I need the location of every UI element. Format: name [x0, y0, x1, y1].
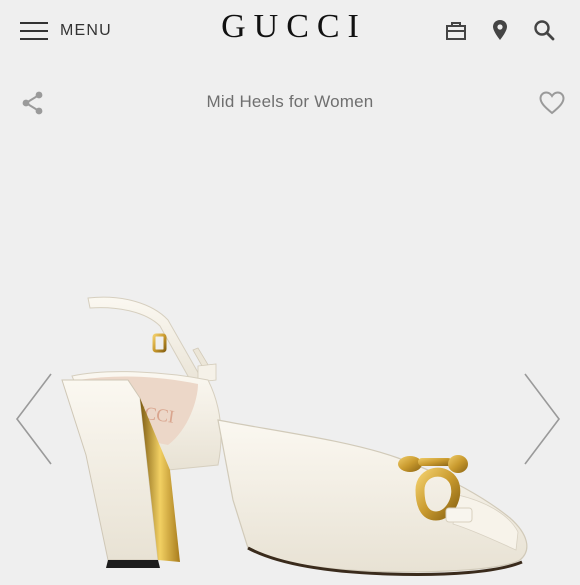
product-image[interactable]: GUCCI — [48, 280, 538, 580]
location-pin-icon[interactable] — [488, 18, 512, 42]
shopping-bag-icon[interactable] — [444, 18, 468, 42]
product-subheader: Mid Heels for Women — [0, 82, 580, 126]
heart-icon[interactable] — [538, 90, 566, 116]
header-actions — [444, 18, 556, 42]
top-navigation-bar: MENU GUCCI — [0, 0, 580, 62]
shoe-body — [217, 419, 528, 573]
search-icon[interactable] — [532, 18, 556, 42]
category-title: Mid Heels for Women — [206, 92, 374, 111]
